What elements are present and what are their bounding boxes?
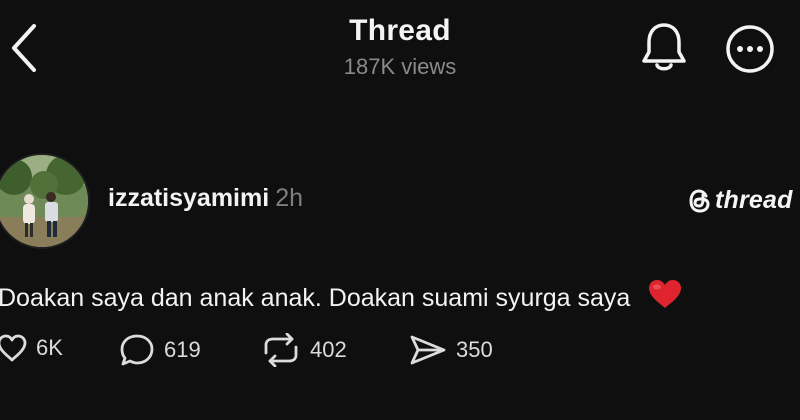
like-button[interactable]: 6K (0, 333, 63, 363)
share-count: 350 (456, 337, 493, 362)
post-time: 2h (275, 184, 303, 212)
more-options-icon (726, 25, 774, 73)
notifications-button[interactable] (638, 20, 690, 74)
reply-count: 619 (164, 337, 201, 362)
post-text-row: Doakan saya dan anak anak. Doakan suami … (0, 278, 683, 317)
like-icon (0, 334, 27, 362)
avatar[interactable] (0, 153, 90, 249)
username[interactable]: izzatisyamimi (108, 184, 269, 212)
post-meta: izzatisyamimi 2h (108, 184, 303, 213)
post-text: Doakan saya dan anak anak. Doakan suami … (0, 284, 631, 312)
reply-button[interactable]: 619 (118, 333, 201, 367)
avatar-photo (0, 155, 88, 247)
repost-count: 402 (310, 337, 347, 362)
share-icon (410, 335, 446, 365)
brand-label: thread (715, 186, 793, 214)
bell-icon (642, 23, 686, 71)
repost-icon (264, 333, 298, 367)
like-count: 6K (36, 335, 63, 360)
threads-logo-icon (689, 188, 710, 213)
reply-icon (120, 334, 154, 366)
heart-emoji-icon (647, 278, 683, 317)
share-button[interactable]: 350 (408, 333, 493, 367)
threads-brand: thread (688, 186, 793, 215)
more-options-button[interactable] (724, 23, 776, 75)
repost-button[interactable]: 402 (260, 333, 347, 367)
